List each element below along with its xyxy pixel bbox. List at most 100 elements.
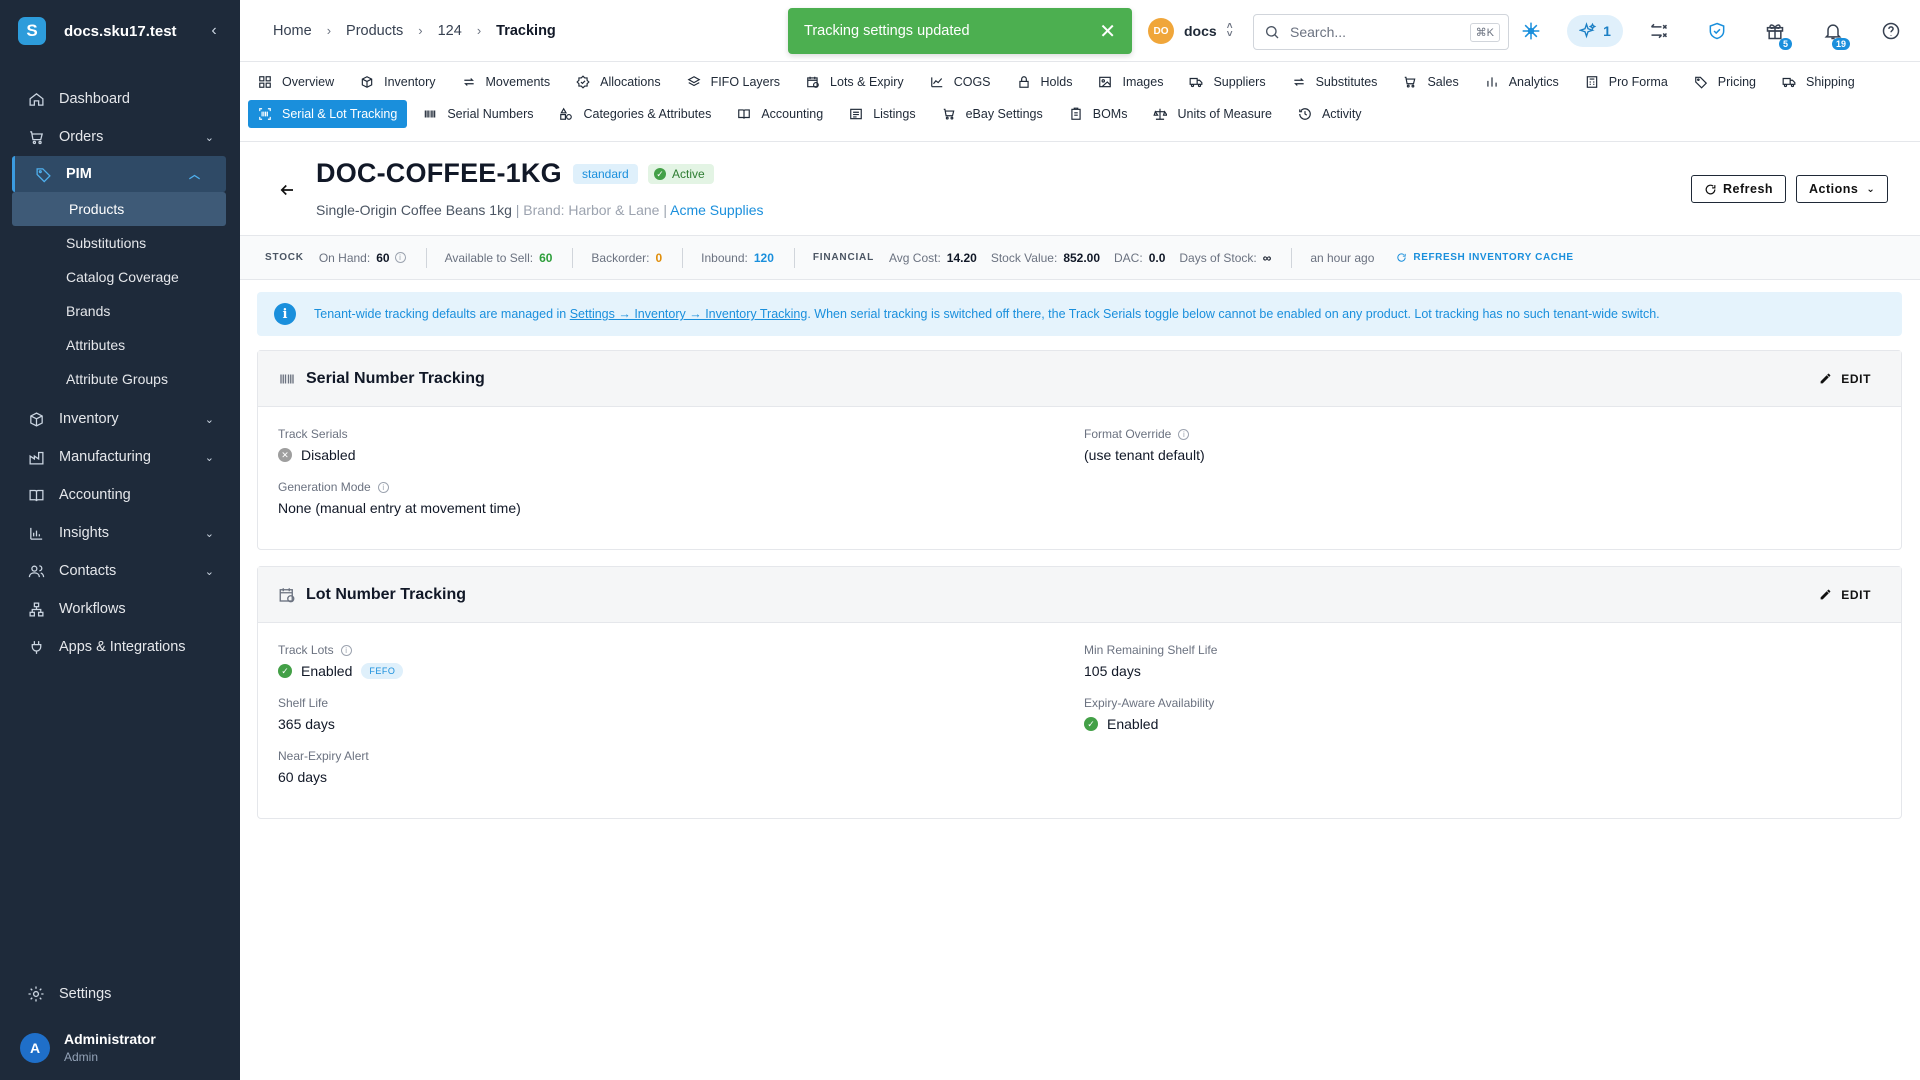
main-nav: Dashboard Orders ⌄ PIM ︿ Products Substi… xyxy=(0,80,240,666)
near-expiry-value: 60 days xyxy=(278,769,328,785)
alert-text: Tenant-wide tracking defaults are manage… xyxy=(314,307,1660,321)
tab-label: FIFO Layers xyxy=(710,75,781,89)
settings-link[interactable]: Settings → Inventory → Inventory Trackin… xyxy=(570,307,808,321)
nav-apps-integrations[interactable]: Apps & Integrations xyxy=(0,628,240,666)
info-icon: i xyxy=(274,303,296,325)
tab-analytics[interactable]: Analytics xyxy=(1475,68,1569,96)
refresh-button[interactable]: Refresh xyxy=(1691,175,1787,203)
track-lots-text: Enabled xyxy=(301,663,353,679)
search-input[interactable]: Search... ⌘K xyxy=(1253,14,1509,50)
nav-sub-catalog-coverage[interactable]: Catalog Coverage xyxy=(0,260,240,294)
inbound-label: Inbound: xyxy=(701,250,748,265)
user-profile[interactable]: A Administrator Admin xyxy=(0,1031,240,1080)
trend-icon xyxy=(930,77,942,88)
tab-categories-attributes[interactable]: Categories & Attributes xyxy=(549,100,721,128)
gifts-button[interactable]: 5 xyxy=(1746,21,1804,50)
tab-movements[interactable]: Movements xyxy=(452,68,561,96)
nav-insights[interactable]: Insights ⌄ xyxy=(0,514,240,552)
close-icon[interactable]: ✕ xyxy=(1099,19,1116,44)
tab-accounting[interactable]: Accounting xyxy=(727,100,833,128)
tab-pricing[interactable]: Pricing xyxy=(1684,68,1766,96)
actions-button[interactable]: Actions ⌄ xyxy=(1796,175,1889,203)
book-icon xyxy=(738,109,751,119)
dac-value: 0.0 xyxy=(1148,250,1166,265)
nav-dashboard[interactable]: Dashboard xyxy=(0,80,240,118)
nav-sub-brands[interactable]: Brands xyxy=(0,294,240,328)
tab-cogs[interactable]: COGS xyxy=(920,68,1001,96)
nav-orders[interactable]: Orders ⌄ xyxy=(0,118,240,156)
sidebar-header: S docs.sku17.test ‹ xyxy=(0,0,240,62)
pencil-icon xyxy=(1820,589,1831,600)
tab-serial-lot-tracking[interactable]: Serial & Lot Tracking xyxy=(248,100,408,128)
tab-boms[interactable]: BOMs xyxy=(1059,100,1138,128)
app-logo[interactable]: S xyxy=(18,17,46,45)
help-button[interactable] xyxy=(1862,21,1920,41)
ai-assistant-button[interactable]: 1 xyxy=(1560,15,1630,47)
nav-inventory[interactable]: Inventory ⌄ xyxy=(0,400,240,438)
info-icon[interactable]: i xyxy=(394,252,406,263)
tab-substitutes[interactable]: Substitutes xyxy=(1282,68,1388,96)
tab-listings[interactable]: Listings xyxy=(839,100,925,128)
tab-ebay-settings[interactable]: eBay Settings xyxy=(932,100,1053,128)
tab-label: Sales xyxy=(1427,75,1459,89)
nav-sub-attributes[interactable]: Attributes xyxy=(0,328,240,362)
edit-lot-button[interactable]: EDIT xyxy=(1809,582,1881,608)
tab-holds[interactable]: Holds xyxy=(1007,68,1083,96)
tab-fifo-layers[interactable]: FIFO Layers xyxy=(677,68,790,96)
pencil-icon xyxy=(1820,373,1831,384)
topbar: Home › Products › 124 › Tracking Trackin… xyxy=(240,0,1920,62)
nav-sub-attribute-groups[interactable]: Attribute Groups xyxy=(0,362,240,396)
snowflake-button[interactable] xyxy=(1502,21,1560,41)
nav-label: Orders xyxy=(59,129,104,145)
nav-sub-substitutions[interactable]: Substitutions xyxy=(0,226,240,260)
breadcrumb-home[interactable]: Home xyxy=(273,23,312,39)
compare-button[interactable] xyxy=(1630,21,1688,41)
tab-allocations[interactable]: Allocations xyxy=(566,68,670,96)
info-icon[interactable]: i xyxy=(340,644,352,656)
tenant-switcher[interactable]: DO docs ˄ ˅ xyxy=(1148,18,1233,44)
tab-label: Allocations xyxy=(600,75,661,89)
nav-workflows[interactable]: Workflows xyxy=(0,590,240,628)
tab-lots-expiry[interactable]: Lots & Expiry xyxy=(796,68,914,96)
edit-serial-button[interactable]: EDIT xyxy=(1809,366,1881,392)
back-button[interactable] xyxy=(278,181,296,202)
refresh-inventory-cache-button[interactable]: REFRESH INVENTORY CACHE xyxy=(1396,252,1573,263)
divider xyxy=(1291,247,1293,268)
refresh-icon xyxy=(1397,253,1407,262)
security-button[interactable] xyxy=(1688,21,1746,41)
tab-label: COGS xyxy=(953,75,991,89)
chart-icon xyxy=(27,524,45,542)
tab-shipping[interactable]: Shipping xyxy=(1772,68,1865,96)
collapse-sidebar-icon[interactable]: ‹ xyxy=(204,22,224,40)
tab-serial-numbers[interactable]: Serial Numbers xyxy=(413,100,543,128)
tab-units-of-measure[interactable]: Units of Measure xyxy=(1143,100,1281,128)
tab-activity[interactable]: Activity xyxy=(1288,100,1372,128)
breadcrumb-products[interactable]: Products xyxy=(346,23,403,39)
tab-label: Accounting xyxy=(761,107,824,121)
scale-icon xyxy=(1153,108,1168,120)
info-icon[interactable]: i xyxy=(1178,428,1190,440)
nav-accounting[interactable]: Accounting xyxy=(0,476,240,514)
history-icon xyxy=(1299,108,1311,120)
serial-tracking-card: Serial Number Tracking EDIT Track Serial… xyxy=(257,350,1902,550)
chevron-down-icon: ⌄ xyxy=(204,131,214,144)
nav-sub-products[interactable]: Products xyxy=(12,192,226,226)
tab-suppliers[interactable]: Suppliers xyxy=(1179,68,1275,96)
supplier-link[interactable]: Acme Supplies xyxy=(670,202,763,218)
info-icon[interactable]: i xyxy=(377,481,389,493)
nav-manufacturing[interactable]: Manufacturing ⌄ xyxy=(0,438,240,476)
notifications-button[interactable]: 19 xyxy=(1804,21,1862,50)
nav-contacts[interactable]: Contacts ⌄ xyxy=(0,552,240,590)
tab-row-2: Serial & Lot Tracking Serial Numbers Cat… xyxy=(248,98,1908,130)
barcode-icon xyxy=(278,370,296,388)
tab-overview[interactable]: Overview xyxy=(248,68,344,96)
breadcrumb-product-id[interactable]: 124 xyxy=(438,23,462,39)
tab-sales[interactable]: Sales xyxy=(1393,68,1468,96)
nav-settings[interactable]: Settings xyxy=(0,975,240,1013)
tab-inventory[interactable]: Inventory xyxy=(350,68,445,96)
tab-images[interactable]: Images xyxy=(1088,68,1173,96)
alert-text-post: . When serial tracking is switched off t… xyxy=(807,307,1660,321)
nav-pim[interactable]: PIM ︿ xyxy=(12,156,226,192)
backorder-stat: Backorder: 0 xyxy=(591,251,662,265)
tab-pro-forma[interactable]: Pro Forma xyxy=(1575,68,1678,96)
